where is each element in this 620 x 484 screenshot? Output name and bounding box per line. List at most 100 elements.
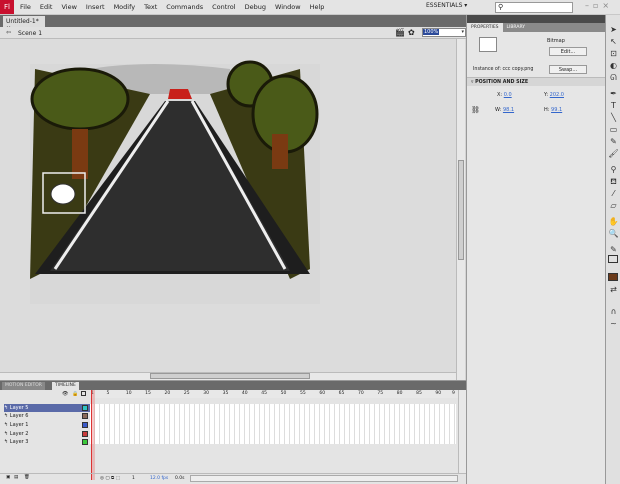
edit-scene-icon[interactable]: 🎬 bbox=[395, 28, 405, 37]
outline-icon[interactable] bbox=[81, 391, 86, 396]
menu-view[interactable]: View bbox=[61, 3, 76, 11]
edit-button[interactable]: Edit... bbox=[549, 47, 587, 56]
layer-color-swatch[interactable] bbox=[82, 439, 88, 445]
selection-tool-icon[interactable]: ➤ bbox=[608, 25, 619, 35]
swap-colors-icon[interactable]: ⇄ bbox=[608, 285, 619, 295]
ruler-tick-label: 65 bbox=[338, 391, 345, 396]
ruler-tick-label: 70 bbox=[358, 391, 364, 396]
lock-ratio-icon[interactable]: ⛓ bbox=[471, 106, 480, 114]
menu-text[interactable]: Text bbox=[144, 3, 157, 11]
ruler-tick-label: 55 bbox=[299, 391, 306, 396]
left-trunk bbox=[72, 129, 88, 179]
x-field[interactable]: 0.0 bbox=[504, 92, 512, 98]
layer-color-swatch[interactable] bbox=[82, 413, 88, 419]
frame-ruler[interactable]: 1 5 10 15 20 25 30 35 40 45 50 55 60 65 70 75 80 85 90 9 bbox=[90, 390, 460, 398]
menu-modify[interactable]: Modify bbox=[114, 3, 136, 11]
ruler-tick-label: 25 bbox=[183, 391, 190, 396]
search-input[interactable]: ⚲ bbox=[495, 2, 573, 13]
hand-tool-icon[interactable]: ✋ bbox=[608, 217, 619, 227]
layer-color-swatch[interactable] bbox=[82, 405, 88, 411]
tab-motion-editor[interactable]: MOTION EDITOR bbox=[2, 382, 45, 390]
menu-control[interactable]: Control bbox=[212, 3, 236, 11]
timeline-vscroll[interactable] bbox=[458, 390, 466, 473]
window-controls[interactable]: –▫× bbox=[585, 1, 613, 10]
timeline-panel: MOTION EDITOR TIMELINE 👁 🔒 ↰ Layer 5 ↰ L… bbox=[0, 380, 466, 484]
stroke-color-icon[interactable]: ✎ bbox=[608, 245, 619, 255]
left-tree bbox=[30, 67, 130, 131]
instance-type: Bitmap bbox=[547, 38, 565, 44]
free-transform-icon[interactable]: ⊡ bbox=[608, 49, 619, 59]
brush-icon[interactable]: 🖌 bbox=[608, 149, 619, 159]
text-tool-icon[interactable]: T bbox=[608, 101, 619, 111]
new-folder-icon[interactable]: ▤ bbox=[14, 475, 18, 480]
timeline-hscroll[interactable] bbox=[190, 475, 458, 482]
zoom-tool-icon[interactable]: 🔍 bbox=[608, 229, 619, 239]
timeline-footer: ▣ ▤ 🗑 ◎ ▢ ⧉ ⬚ 1 12.0 fps 0.0s bbox=[0, 473, 466, 483]
layer-row[interactable]: ↰ Layer 3 bbox=[4, 438, 90, 446]
layer-color-swatch[interactable] bbox=[82, 422, 88, 428]
smooth-icon[interactable]: ~ bbox=[608, 319, 619, 329]
back-arrow-icon[interactable]: ⇦ bbox=[6, 29, 11, 36]
workspace-switcher[interactable]: ESSENTIALS ▾ bbox=[426, 2, 467, 9]
layer-row[interactable]: ↰ Layer 2 bbox=[4, 430, 90, 438]
app-logo: Fl bbox=[0, 0, 14, 14]
frame-rate[interactable]: 12.0 fps bbox=[150, 476, 168, 481]
h-field[interactable]: 99.1 bbox=[551, 107, 562, 113]
ruler-tick-label: 9 bbox=[452, 391, 455, 396]
3d-rotation-icon[interactable]: ◐ bbox=[608, 61, 619, 71]
fill-swatch[interactable] bbox=[608, 273, 618, 281]
playhead[interactable] bbox=[91, 390, 95, 480]
menu-debug[interactable]: Debug bbox=[245, 3, 266, 11]
snap-icon[interactable]: ∩ bbox=[608, 307, 619, 317]
eyedropper-icon[interactable]: ⁄ bbox=[608, 189, 619, 199]
menu-file[interactable]: File bbox=[20, 3, 31, 11]
menu-help[interactable]: Help bbox=[310, 3, 325, 11]
rectangle-tool-icon[interactable]: ▭ bbox=[608, 125, 619, 135]
onion-skin-icon[interactable]: ◎ ▢ ⧉ ⬚ bbox=[100, 475, 120, 481]
ruler-tick-label: 85 bbox=[416, 391, 422, 396]
x-label: X: bbox=[497, 92, 503, 98]
stage-area[interactable] bbox=[0, 39, 456, 372]
y-field[interactable]: 202.0 bbox=[550, 92, 564, 98]
tab-library[interactable]: LIBRARY bbox=[503, 23, 530, 32]
menu-window[interactable]: Window bbox=[275, 3, 301, 11]
tab-properties[interactable]: PROPERTIES bbox=[467, 23, 503, 32]
vertical-scroll-thumb[interactable] bbox=[458, 160, 464, 260]
tab-timeline[interactable]: TIMELINE bbox=[52, 382, 79, 390]
chicken-bitmap bbox=[50, 183, 76, 205]
search-icon: ⚲ bbox=[498, 3, 504, 11]
car bbox=[168, 89, 192, 99]
lasso-icon[interactable]: ᘏ bbox=[608, 73, 619, 83]
layer-name: Layer 2 bbox=[9, 431, 29, 437]
ruler-tick-label: 5 bbox=[106, 391, 110, 396]
layer-row[interactable]: ↰ Layer 5 bbox=[4, 404, 90, 412]
swap-button[interactable]: Swap... bbox=[549, 65, 587, 74]
pen-icon[interactable]: ✒ bbox=[608, 89, 619, 99]
new-layer-icon[interactable]: ▣ bbox=[6, 475, 10, 480]
bone-tool-icon[interactable]: ⚲ bbox=[608, 165, 619, 175]
line-tool-icon[interactable]: ╲ bbox=[608, 113, 619, 123]
w-field[interactable]: 98.1 bbox=[503, 107, 514, 113]
paint-bucket-icon[interactable]: ⛾ bbox=[608, 177, 619, 187]
layer-name: Layer 6 bbox=[9, 413, 29, 419]
delete-layer-icon[interactable]: 🗑 bbox=[24, 475, 30, 480]
subselection-tool-icon[interactable]: ↖ bbox=[608, 37, 619, 47]
horizontal-scroll-thumb[interactable] bbox=[150, 373, 310, 379]
layer-color-swatch[interactable] bbox=[82, 431, 88, 437]
document-tab[interactable]: Untitled-1* × bbox=[3, 16, 45, 32]
pencil-icon[interactable]: ✎ bbox=[608, 137, 619, 147]
zoom-select[interactable]: 100% ▾ bbox=[422, 28, 466, 37]
stroke-swatch[interactable] bbox=[608, 255, 618, 263]
edit-symbol-icon[interactable]: ✿ bbox=[408, 28, 415, 37]
y-label: Y: bbox=[544, 92, 549, 98]
eraser-icon[interactable]: ▱ bbox=[608, 201, 619, 211]
position-size-section[interactable]: ▿ POSITION AND SIZE bbox=[467, 77, 606, 86]
layer-list: ↰ Layer 5 ↰ Layer 6 ↰ Layer 1 ↰ Layer 2 … bbox=[0, 397, 90, 447]
layer-row[interactable]: ↰ Layer 6 bbox=[4, 412, 90, 420]
frame-grid[interactable] bbox=[90, 404, 456, 444]
menu-commands[interactable]: Commands bbox=[166, 3, 203, 11]
scene-label[interactable]: Scene 1 bbox=[18, 30, 42, 37]
menu-insert[interactable]: Insert bbox=[86, 3, 105, 11]
menu-edit[interactable]: Edit bbox=[40, 3, 53, 11]
layer-row[interactable]: ↰ Layer 1 bbox=[4, 421, 90, 429]
